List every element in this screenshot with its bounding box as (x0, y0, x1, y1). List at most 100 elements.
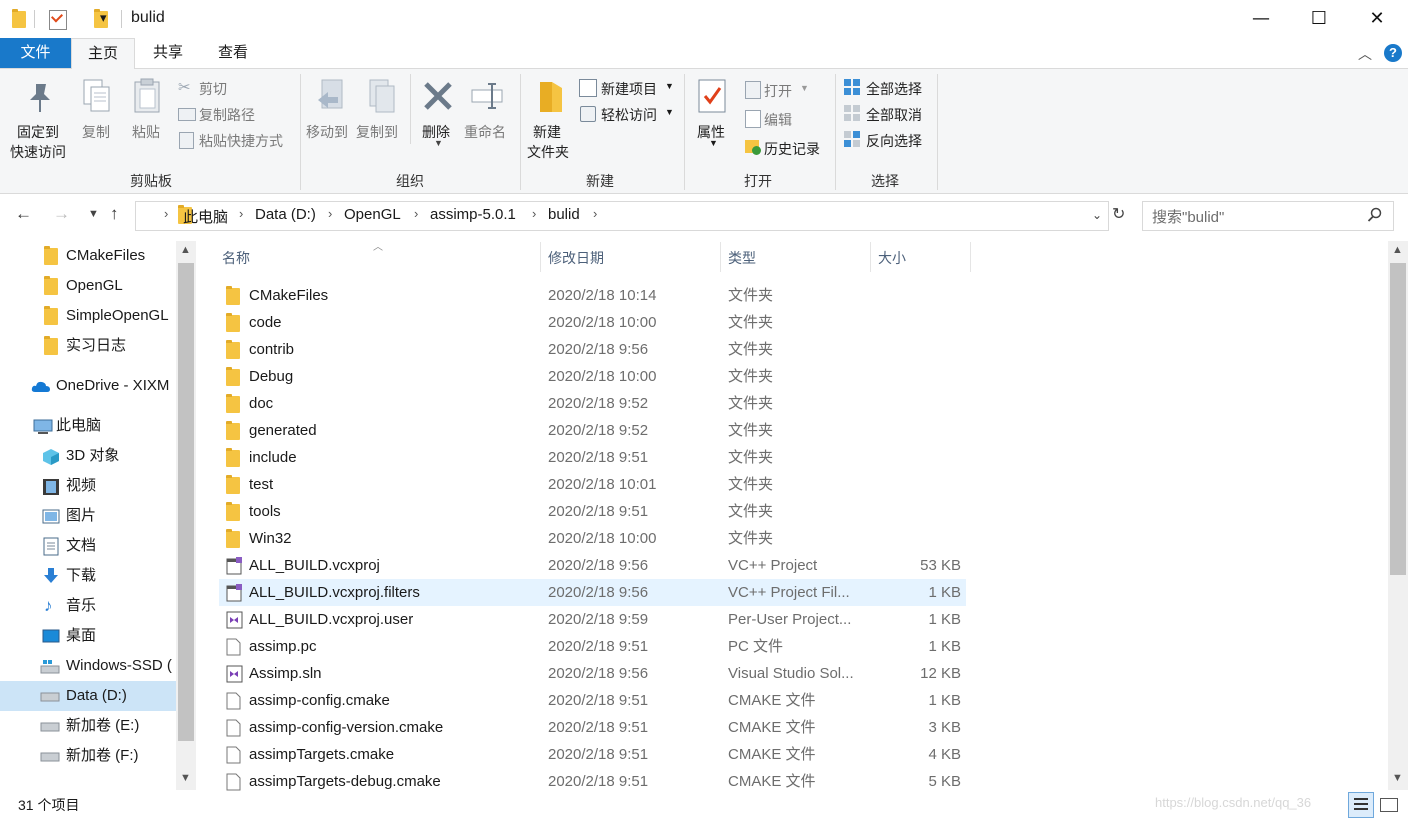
move-to-button[interactable]: 移动到 (306, 78, 352, 154)
nav-item-opengl[interactable]: OpenGL (0, 271, 178, 301)
breadcrumb-bulid[interactable]: bulid (548, 206, 580, 223)
column-header-date[interactable]: 修改日期 (548, 244, 604, 272)
nav-item-documents[interactable]: 文档 (0, 531, 178, 561)
breadcrumb-this-pc[interactable]: 此电脑 (183, 206, 228, 227)
table-row[interactable]: ALL_BUILD.vcxproj 2020/2/18 9:56 VC++ Proj… (219, 552, 966, 579)
nav-item-desktop[interactable]: 桌面 (0, 621, 178, 651)
chevron-right-icon[interactable]: › (164, 206, 168, 221)
table-row[interactable]: generated 2020/2/18 9:52 文件夹 (219, 417, 966, 444)
nav-item-data-d[interactable]: Data (D:) (0, 681, 178, 711)
refresh-icon[interactable]: ↻ (1112, 204, 1125, 224)
breadcrumb-assimp[interactable]: assimp-5.0.1 (430, 206, 516, 223)
maximize-button[interactable]: ☐ (1290, 0, 1348, 38)
table-row[interactable]: contrib 2020/2/18 9:56 文件夹 (219, 336, 966, 363)
up-button[interactable]: ↑ (110, 204, 119, 224)
copy-button[interactable]: 复制 (80, 78, 114, 148)
minimize-button[interactable]: — (1232, 0, 1290, 38)
table-row[interactable]: ALL_BUILD.vcxproj.user 2020/2/18 9:59 Per-… (219, 606, 966, 633)
collapse-ribbon-icon[interactable]: ︿ (1358, 44, 1372, 64)
new-folder-button[interactable]: 新建 文件夹 (526, 78, 576, 164)
new-item-button[interactable]: 新建项目 ▼ (579, 78, 679, 98)
tab-view[interactable]: 查看 (202, 38, 264, 68)
table-row[interactable]: tools 2020/2/18 9:51 文件夹 (219, 498, 966, 525)
nav-item-this-pc[interactable]: 此电脑 (0, 411, 178, 441)
select-none-button[interactable]: 全部取消 (844, 104, 934, 124)
chevron-right-icon[interactable]: › (593, 206, 597, 221)
recent-locations-dropdown[interactable]: ▼ (88, 208, 99, 220)
rename-button[interactable]: 重命名 (464, 78, 512, 154)
scroll-down-icon[interactable]: ▼ (180, 772, 191, 784)
chevron-right-icon[interactable]: › (239, 206, 243, 221)
table-row[interactable]: ALL_BUILD.vcxproj.filters 2020/2/18 9:56 V… (219, 579, 966, 606)
back-button[interactable]: ← (15, 204, 32, 224)
nav-scrollbar-thumb[interactable] (178, 263, 194, 741)
nav-item-videos[interactable]: 视频 (0, 471, 178, 501)
table-row[interactable]: assimp-config-version.cmake 2020/2/18 9:5… (219, 714, 966, 741)
nav-item-music[interactable]: ♪ 音乐 (0, 591, 178, 621)
nav-item-cmakefiles[interactable]: CMakeFiles (0, 241, 178, 271)
tab-file[interactable]: 文件 (0, 38, 71, 68)
column-header-name[interactable]: 名称 (222, 244, 250, 272)
large-icons-view-button[interactable] (1378, 795, 1398, 813)
breadcrumb-opengl[interactable]: OpenGL (344, 206, 401, 223)
details-view-button[interactable] (1348, 792, 1374, 818)
nav-item-simpleopengl[interactable]: SimpleOpenGL (0, 301, 178, 331)
delete-button[interactable]: 删除 ▼ (418, 78, 456, 154)
file-list-scrollbar-thumb[interactable] (1390, 263, 1406, 575)
open-button[interactable]: 打开 ▼ (744, 80, 814, 100)
paste-shortcut-button[interactable]: 粘贴快捷方式 (178, 130, 293, 150)
table-row[interactable]: code 2020/2/18 10:00 文件夹 (219, 309, 966, 336)
chevron-right-icon[interactable]: › (328, 206, 332, 221)
table-row[interactable]: Assimp.sln 2020/2/18 9:56 Visual Studio So… (219, 660, 966, 687)
properties-button[interactable]: 属性 ▼ (692, 78, 734, 154)
column-header-type[interactable]: 类型 (728, 244, 756, 272)
table-row[interactable]: assimp-config.cmake 2020/2/18 9:51 CMAKE 文… (219, 687, 966, 714)
select-all-button[interactable]: 全部选择 (844, 78, 934, 98)
column-divider[interactable] (540, 242, 541, 272)
nav-item-downloads[interactable]: 下载 (0, 561, 178, 591)
easy-access-button[interactable]: 轻松访问 ▼ (579, 104, 679, 124)
pin-to-quick-access-button[interactable]: 固定到 快速访问 (10, 78, 70, 168)
nav-item-internship-log[interactable]: 实习日志 (0, 331, 178, 361)
help-icon[interactable]: ? (1384, 44, 1402, 62)
paste-button[interactable]: 粘贴 (130, 78, 164, 148)
invert-selection-button[interactable]: 反向选择 (844, 130, 934, 150)
table-row[interactable]: test 2020/2/18 10:01 文件夹 (219, 471, 966, 498)
tab-home[interactable]: 主页 (71, 38, 135, 69)
table-row[interactable]: include 2020/2/18 9:51 文件夹 (219, 444, 966, 471)
nav-item-volume-f[interactable]: 新加卷 (F:) (0, 741, 178, 771)
edit-button[interactable]: 编辑 (744, 109, 814, 129)
nav-item-volume-e[interactable]: 新加卷 (E:) (0, 711, 178, 741)
chevron-down-icon[interactable]: ⌄ (1092, 208, 1102, 222)
properties-icon[interactable] (49, 10, 67, 30)
table-row[interactable]: Win32 2020/2/18 10:00 文件夹 (219, 525, 966, 552)
forward-button[interactable]: → (53, 204, 70, 224)
chevron-right-icon[interactable]: › (414, 206, 418, 221)
history-button[interactable]: 历史记录 (744, 138, 834, 158)
folder-icon[interactable] (12, 9, 26, 28)
nav-item-3d-objects[interactable]: 3D 对象 (0, 441, 178, 471)
scroll-up-icon[interactable]: ▲ (1392, 244, 1403, 256)
copy-to-button[interactable]: 复制到 (356, 78, 402, 154)
table-row[interactable]: assimpTargets-debug.cmake 2020/2/18 9:51 C… (219, 768, 966, 795)
cut-button[interactable]: ✂ 剪切 (178, 78, 288, 98)
chevron-right-icon[interactable]: › (532, 206, 536, 221)
nav-item-onedrive[interactable]: OneDrive - XIXM (0, 371, 178, 401)
breadcrumb-data-d[interactable]: Data (D:) (255, 206, 316, 223)
scroll-up-icon[interactable]: ▲ (180, 244, 191, 256)
table-row[interactable]: assimpTargets.cmake 2020/2/18 9:51 CMAKE 文… (219, 741, 966, 768)
search-icon[interactable] (1367, 207, 1383, 223)
table-row[interactable]: assimp.pc 2020/2/18 9:51 PC 文件 1 KB (219, 633, 966, 660)
customize-qat-dropdown[interactable]: ▾ (100, 10, 107, 26)
table-row[interactable]: CMakeFiles 2020/2/18 10:14 文件夹 (219, 282, 966, 309)
search-input[interactable]: 搜索"bulid" (1152, 206, 1224, 227)
scroll-down-icon[interactable]: ▼ (1392, 772, 1403, 784)
tab-share[interactable]: 共享 (137, 38, 199, 68)
nav-item-windows-ssd[interactable]: Windows-SSD ( (0, 651, 178, 681)
table-row[interactable]: Debug 2020/2/18 10:00 文件夹 (219, 363, 966, 390)
copy-path-button[interactable]: 复制路径 (178, 104, 288, 124)
column-divider[interactable] (970, 242, 971, 272)
column-divider[interactable] (720, 242, 721, 272)
nav-item-pictures[interactable]: 图片 (0, 501, 178, 531)
column-header-size[interactable]: 大小 (878, 244, 906, 272)
